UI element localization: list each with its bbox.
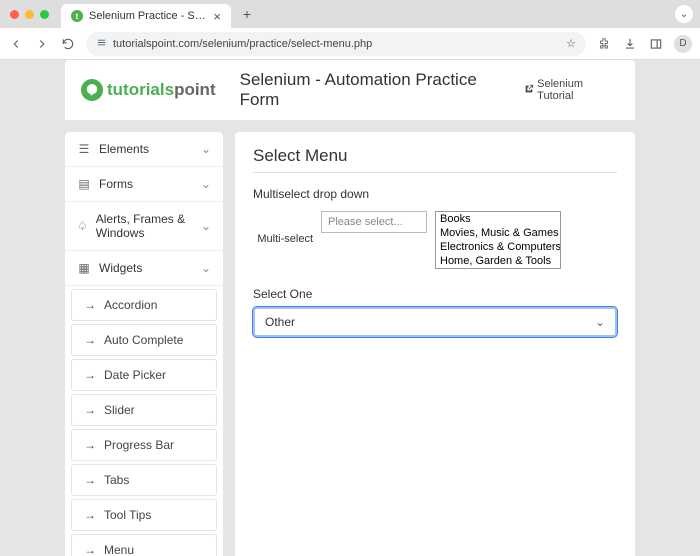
chevron-down-icon: ⌄ xyxy=(201,219,211,233)
chevron-down-icon: ⌄ xyxy=(201,261,211,275)
site-settings-icon[interactable] xyxy=(96,37,107,51)
new-tab-button[interactable]: + xyxy=(237,4,257,24)
multi-select-placeholder-input[interactable]: Please select... xyxy=(321,211,427,233)
selenium-tutorial-link[interactable]: Selenium Tutorial xyxy=(524,78,619,102)
divider xyxy=(253,172,617,173)
select-one-label: Select One xyxy=(253,287,617,301)
multiselect-row: Multi-select Please select... Books Movi… xyxy=(253,211,617,269)
multi-select-listbox[interactable]: Books Movies, Music & Games Electronics … xyxy=(435,211,561,269)
select-one-dropdown[interactable]: Other ⌄ xyxy=(253,307,617,337)
arrow-right-icon: → xyxy=(84,298,96,312)
multiselect-heading: Multiselect drop down xyxy=(253,187,617,201)
grid-icon: ▦ xyxy=(77,261,91,275)
sidebar-cat-widgets[interactable]: ▦ Widgets ⌄ xyxy=(65,251,223,286)
sidebar-cat-elements[interactable]: ☰ Elements ⌄ xyxy=(65,132,223,167)
select-one-section: Select One Other ⌄ xyxy=(253,287,617,337)
sidebar-item-tooltips[interactable]: →Tool Tips xyxy=(71,499,217,531)
multi-select-label: Multi-select xyxy=(253,211,313,245)
page-container: tutorialspoint Selenium - Automation Pra… xyxy=(65,60,635,556)
side-panel-icon[interactable] xyxy=(648,36,664,52)
arrow-right-icon: → xyxy=(84,333,96,347)
multi-option-books[interactable]: Books xyxy=(436,212,560,226)
list-icon: ☰ xyxy=(77,142,91,156)
page-header: tutorialspoint Selenium - Automation Pra… xyxy=(65,60,635,120)
sidebar-item-menu[interactable]: →Menu xyxy=(71,534,217,556)
tab-favicon: t xyxy=(71,10,83,22)
chevron-down-icon: ⌄ xyxy=(201,142,211,156)
sidebar-item-accordion[interactable]: →Accordion xyxy=(71,289,217,321)
form-icon: ▤ xyxy=(77,177,91,191)
multi-option-electronics[interactable]: Electronics & Computers xyxy=(436,240,560,254)
logo-text: tutorialspoint xyxy=(107,80,216,100)
maximize-window-button[interactable] xyxy=(40,10,49,19)
sidebar-cat-forms[interactable]: ▤ Forms ⌄ xyxy=(65,167,223,202)
sidebar-cat-alerts[interactable]: ♤ Alerts, Frames & Windows ⌄ xyxy=(65,202,223,251)
arrow-right-icon: → xyxy=(84,438,96,452)
sidebar-item-datepicker[interactable]: →Date Picker xyxy=(71,359,217,391)
browser-chrome: t Selenium Practice - Select M × + ⌄ tut… xyxy=(0,0,700,60)
arrow-right-icon: → xyxy=(84,543,96,556)
chevron-down-icon: ⌄ xyxy=(595,315,605,329)
star-icon[interactable]: ☆ xyxy=(566,37,576,50)
sidebar-item-autocomplete[interactable]: →Auto Complete xyxy=(71,324,217,356)
page-title: Selenium - Automation Practice Form xyxy=(240,70,513,110)
reload-button[interactable] xyxy=(60,36,76,52)
external-link-icon xyxy=(524,84,534,97)
url-text: tutorialspoint.com/selenium/practice/sel… xyxy=(113,38,372,50)
logo[interactable]: tutorialspoint xyxy=(81,79,216,101)
arrow-right-icon: → xyxy=(84,403,96,417)
arrow-right-icon: → xyxy=(84,473,96,487)
address-bar[interactable]: tutorialspoint.com/selenium/practice/sel… xyxy=(86,32,586,56)
tab-bar: t Selenium Practice - Select M × + ⌄ xyxy=(0,0,700,28)
arrow-right-icon: → xyxy=(84,508,96,522)
back-button[interactable] xyxy=(8,36,24,52)
profile-avatar[interactable]: D xyxy=(674,35,692,53)
close-tab-icon[interactable]: × xyxy=(213,9,221,24)
window-controls xyxy=(10,10,49,19)
sidebar-item-slider[interactable]: →Slider xyxy=(71,394,217,426)
minimize-window-button[interactable] xyxy=(25,10,34,19)
sidebar-item-tabs[interactable]: →Tabs xyxy=(71,464,217,496)
sidebar-item-progressbar[interactable]: →Progress Bar xyxy=(71,429,217,461)
main-heading: Select Menu xyxy=(253,146,617,166)
arrow-right-icon: → xyxy=(84,368,96,382)
logo-badge-icon xyxy=(81,79,103,101)
main-panel: Select Menu Multiselect drop down Multi-… xyxy=(235,132,635,556)
navigation-bar: tutorialspoint.com/selenium/practice/sel… xyxy=(0,28,700,60)
forward-button[interactable] xyxy=(34,36,50,52)
tab-title: Selenium Practice - Select M xyxy=(89,10,207,22)
extensions-icon[interactable] xyxy=(596,36,612,52)
close-window-button[interactable] xyxy=(10,10,19,19)
browser-tab[interactable]: t Selenium Practice - Select M × xyxy=(61,4,231,28)
content-row: ☰ Elements ⌄ ▤ Forms ⌄ ♤ Alerts, Frames … xyxy=(65,120,635,556)
page-viewport: tutorialspoint Selenium - Automation Pra… xyxy=(0,60,700,556)
multi-option-home[interactable]: Home, Garden & Tools xyxy=(436,254,560,268)
sidebar: ☰ Elements ⌄ ▤ Forms ⌄ ♤ Alerts, Frames … xyxy=(65,132,223,556)
bell-icon: ♤ xyxy=(77,219,88,233)
chrome-expand-icon[interactable]: ⌄ xyxy=(674,4,694,24)
download-icon[interactable] xyxy=(622,36,638,52)
chevron-down-icon: ⌄ xyxy=(201,177,211,191)
select-one-value: Other xyxy=(265,315,295,329)
multi-option-movies[interactable]: Movies, Music & Games xyxy=(436,226,560,240)
